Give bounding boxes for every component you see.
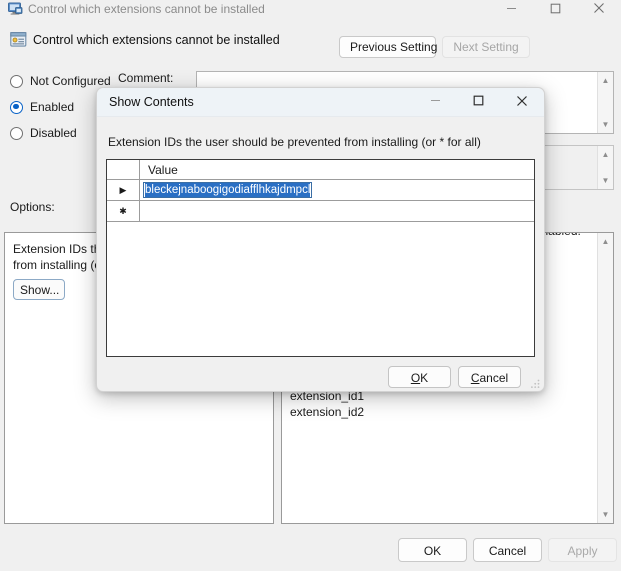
close-button[interactable] (577, 0, 621, 19)
options-label: Options: (10, 200, 55, 214)
scroll-down-icon[interactable]: ▼ (598, 507, 613, 522)
show-button[interactable]: Show... (13, 279, 65, 300)
resize-grip-icon[interactable] (530, 378, 541, 389)
scroll-up-icon[interactable]: ▲ (598, 234, 613, 249)
show-contents-dialog: Show Contents Extension IDs the user sho… (96, 87, 545, 392)
page-title: Control which extensions cannot be insta… (33, 33, 280, 47)
row-indicator-current-icon: ▶ (107, 180, 140, 200)
cancel-button[interactable]: Cancel (473, 538, 542, 562)
dialog-close-button[interactable] (500, 88, 543, 116)
grid-cell-value[interactable]: bleckejnaboogigodiafflhkajdmpcl (140, 180, 534, 200)
maximize-icon (550, 3, 561, 17)
minimize-button[interactable] (489, 0, 533, 19)
minimize-icon (430, 95, 441, 109)
comment-scrollbar[interactable]: ▲ ▼ (597, 72, 613, 133)
dialog-titlebar: Show Contents (97, 88, 544, 117)
supported-on-scrollbar[interactable]: ▲ ▼ (597, 146, 613, 189)
grid-corner-cell (107, 160, 140, 179)
radio-label: Disabled (30, 126, 77, 140)
cancel-rest-text: ancel (479, 371, 509, 385)
radio-disabled[interactable]: Disabled (10, 126, 77, 140)
previous-setting-button[interactable]: Previous Setting (339, 36, 437, 58)
radio-enabled[interactable]: Enabled (10, 100, 74, 114)
scroll-down-icon[interactable]: ▼ (598, 117, 613, 132)
apply-button[interactable]: Apply (548, 538, 617, 562)
scroll-up-icon[interactable]: ▲ (598, 147, 613, 162)
table-row[interactable]: ▶ bleckejnaboogigodiafflhkajdmpcl (107, 180, 534, 201)
radio-indicator (10, 126, 23, 140)
row-indicator-new-icon: ✱ (107, 201, 140, 221)
policy-setting-icon (10, 31, 27, 48)
window-title: Control which extensions cannot be insta… (28, 2, 265, 16)
close-icon (516, 95, 528, 110)
maximize-icon (473, 95, 484, 109)
next-setting-button[interactable]: Next Setting (442, 36, 530, 58)
dialog-title: Show Contents (109, 95, 194, 109)
ok-accel-char: O (410, 371, 421, 385)
dialog-ok-button[interactable]: OK (388, 366, 451, 388)
dialog-minimize-button[interactable] (414, 88, 457, 116)
monitor-policy-icon (7, 2, 23, 17)
value-cell-text: bleckejnaboogigodiafflhkajdmpcl (145, 183, 311, 197)
ok-rest-text: K (420, 371, 429, 385)
scroll-up-icon[interactable]: ▲ (598, 73, 613, 88)
grid-cell-value[interactable] (140, 201, 534, 221)
radio-label: Not Configured (30, 74, 111, 88)
dialog-prompt: Extension IDs the user should be prevent… (108, 135, 481, 149)
ok-button[interactable]: OK (398, 538, 467, 562)
table-row[interactable]: ✱ (107, 201, 534, 222)
minimize-icon (506, 3, 517, 17)
grid-column-header-value[interactable]: Value (140, 160, 534, 179)
value-cell-editor[interactable]: bleckejnaboogigodiafflhkajdmpcl (143, 182, 313, 198)
radio-indicator-selected (10, 100, 23, 114)
help-scrollbar[interactable]: ▲ ▼ (597, 233, 613, 523)
close-icon (593, 2, 605, 17)
radio-not-configured[interactable]: Not Configured (10, 74, 111, 88)
values-grid[interactable]: Value ▶ bleckejnaboogigodiafflhkajdmpcl … (106, 159, 535, 357)
dialog-cancel-button[interactable]: Cancel (458, 366, 521, 388)
radio-label: Enabled (30, 100, 75, 114)
dialog-maximize-button[interactable] (457, 88, 500, 116)
window-titlebar: Control which extensions cannot be insta… (0, 0, 621, 19)
maximize-button[interactable] (533, 0, 577, 19)
grid-header-row: Value (107, 160, 534, 180)
scroll-down-icon[interactable]: ▼ (598, 173, 613, 188)
radio-indicator (10, 74, 23, 88)
comment-label: Comment: (118, 71, 174, 85)
